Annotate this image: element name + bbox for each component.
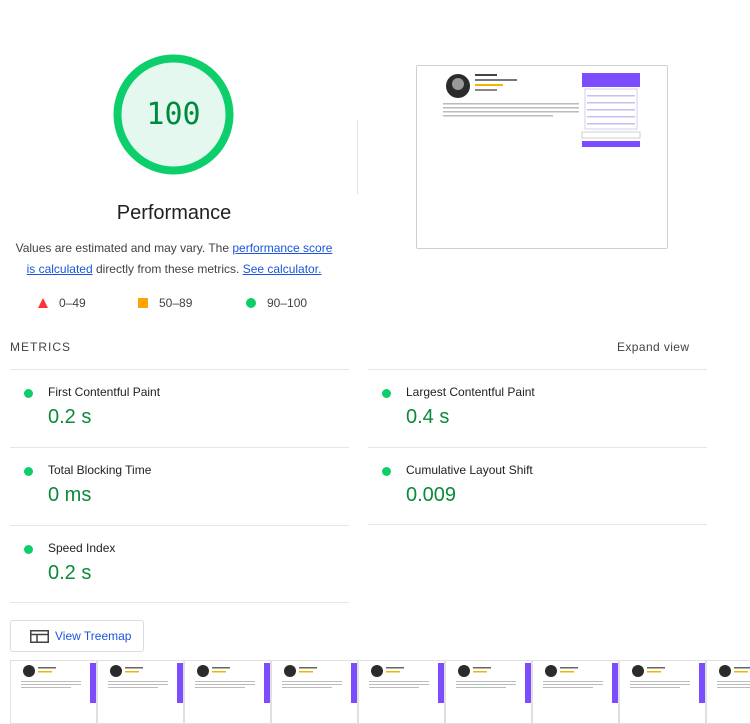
filmstrip-frame [97,660,184,724]
filmstrip-frame [358,660,445,724]
filmstrip-frame [706,660,750,724]
pass-circle-icon [24,467,33,476]
score-description: Values are estimated and may vary. The p… [10,238,338,280]
performance-score-gauge: 100 [113,54,234,175]
filmstrip-frame [619,660,706,724]
metric-speed-index: Speed Index 0.2 s [10,525,349,603]
metrics-divider [368,524,707,525]
square-icon [138,298,148,308]
pass-circle-icon [24,389,33,398]
metric-value: 0.009 [406,484,457,506]
metric-name: First Contentful Paint [48,385,161,399]
metric-name: Total Blocking Time [48,463,152,477]
pass-circle-icon [382,389,391,398]
score-label: Performance [116,202,232,224]
view-treemap-button[interactable]: View Treemap [10,620,144,652]
legend-pass-label: 90–100 [267,296,308,310]
metric-total-blocking-time: Total Blocking Time 0 ms [10,447,349,525]
metric-cumulative-layout-shift: Cumulative Layout Shift 0.009 [368,447,707,525]
treemap-icon [30,629,49,643]
see-calculator-link[interactable]: See calculator. [243,262,322,276]
legend-pass: 90–100 [246,295,307,311]
legend-fail-label: 0–49 [59,296,86,310]
final-screenshot[interactable] [416,65,668,249]
description-text: Values are estimated and may vary. The [15,241,233,255]
metric-value: 0.4 s [406,406,450,428]
filmstrip [10,660,750,724]
metric-name: Speed Index [48,541,116,555]
metric-largest-contentful-paint: Largest Contentful Paint 0.4 s [368,369,707,447]
metrics-divider [10,602,349,603]
filmstrip-frame [271,660,358,724]
legend-average-label: 50–89 [159,296,193,310]
metric-value: 0 ms [48,484,92,506]
metric-value: 0.2 s [48,562,92,584]
legend-fail: 0–49 [38,295,86,311]
metric-name: Cumulative Layout Shift [406,463,533,477]
description-text-middle: directly from these metrics. [92,262,243,276]
metrics-heading: METRICS [10,340,71,354]
filmstrip-frame [184,660,271,724]
page-preview-image [443,73,641,147]
score-value: 100 [146,97,201,132]
view-treemap-label: View Treemap [55,629,132,643]
pass-circle-icon [24,545,33,554]
metric-first-contentful-paint: First Contentful Paint 0.2 s [10,369,349,447]
circle-icon [246,298,256,308]
filmstrip-frame [10,660,97,724]
vertical-divider [357,120,358,194]
filmstrip-frame [445,660,532,724]
metric-name: Largest Contentful Paint [406,385,535,399]
triangle-icon [38,298,48,308]
metric-value: 0.2 s [48,406,92,428]
legend-average: 50–89 [138,295,192,311]
expand-view-toggle[interactable]: Expand view [617,340,689,354]
pass-circle-icon [382,467,391,476]
filmstrip-frame [532,660,619,724]
